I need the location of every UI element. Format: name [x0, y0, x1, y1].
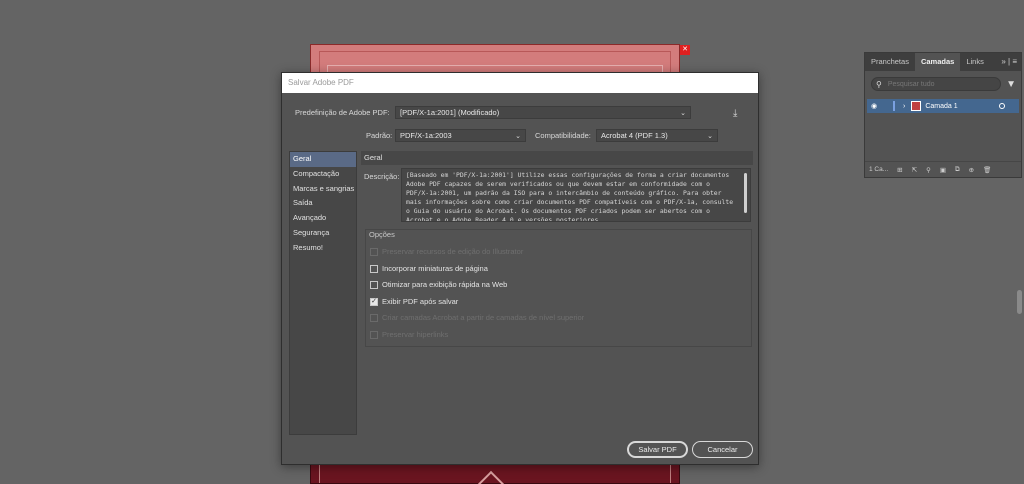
tab-artboards[interactable]: Pranchetas: [865, 53, 915, 71]
standard-select[interactable]: PDF/X-1a:2003 ⌄: [395, 129, 526, 142]
visibility-eye-icon[interactable]: ◉: [867, 102, 881, 110]
warning-marker-icon: ✕: [680, 45, 690, 55]
chevron-down-icon: ⌄: [515, 132, 521, 140]
locate-object-icon[interactable]: ⊞: [897, 166, 902, 174]
layers-search-input[interactable]: ⚲ Pesquisar tudo: [871, 77, 1001, 91]
layer-count: 1 Ca...: [869, 166, 889, 173]
expand-chevron-icon[interactable]: ›: [903, 103, 905, 110]
layers-panel: Pranchetas Camadas Links » | ≡ ⚲ Pesquis…: [864, 52, 1022, 178]
tab-layers[interactable]: Camadas: [914, 53, 961, 71]
layer-row[interactable]: ◉ › Camada 1: [867, 99, 1019, 113]
standard-value: PDF/X-1a:2003: [400, 131, 452, 140]
option-fast-web-view[interactable]: Otimizar para exibição rápida na Web: [370, 280, 507, 289]
compat-select[interactable]: Acrobat 4 (PDF 1.3) ⌄: [596, 129, 718, 142]
sidebar-item-security[interactable]: Segurança: [290, 226, 356, 241]
layers-panel-footer: 1 Ca... ⊞ ⇱ ⚲ ▣ ⧉ ⊕ 🗑: [865, 161, 1021, 177]
preset-select[interactable]: [PDF/X-1a:2001] (Modificado) ⌄: [395, 106, 691, 119]
sidebar-item-compression[interactable]: Compactação: [290, 167, 356, 182]
chevron-down-icon: ⌄: [707, 132, 713, 140]
option-label: Incorporar miniaturas de página: [382, 264, 488, 273]
compat-label: Compatibilidade:: [535, 131, 591, 140]
compat-row: Compatibilidade:: [535, 131, 591, 140]
dialog-sidebar: Geral Compactação Marcas e sangrias Saíd…: [289, 151, 357, 435]
options-title: Opções: [369, 230, 395, 239]
option-embed-thumbnails[interactable]: Incorporar miniaturas de página: [370, 264, 488, 273]
description-label: Descrição:: [364, 172, 400, 181]
sidebar-item-advanced[interactable]: Avançado: [290, 211, 356, 226]
sidebar-item-general[interactable]: Geral: [290, 152, 356, 167]
delete-icon[interactable]: 🗑: [983, 166, 991, 174]
option-preserve-hyperlinks[interactable]: Preservar hiperlinks: [370, 330, 448, 339]
option-label: Exibir PDF após salvar: [382, 297, 459, 306]
preset-label: Predefinição de Adobe PDF:: [295, 108, 390, 117]
option-label: Preservar hiperlinks: [382, 330, 449, 339]
description-text: [Baseado em 'PDF/X-1a:2001'] Utilize ess…: [406, 171, 734, 222]
workspace-scrollbar[interactable]: [1017, 290, 1022, 314]
layer-thumbnail: [911, 101, 922, 111]
checkbox[interactable]: [370, 280, 378, 289]
compat-value: Acrobat 4 (PDF 1.3): [601, 131, 668, 140]
layer-name: Camada 1: [925, 102, 958, 110]
layers-search-placeholder: Pesquisar tudo: [887, 80, 935, 88]
description-scrollbar[interactable]: [744, 173, 747, 213]
checkbox[interactable]: [370, 330, 378, 339]
option-label: Criar camadas Acrobat a partir de camada…: [382, 313, 585, 322]
sidebar-item-output[interactable]: Saída: [290, 196, 356, 211]
new-layer-icon[interactable]: ⊕: [969, 166, 974, 174]
layer-color-bar: [893, 101, 895, 111]
sidebar-item-marks-bleeds[interactable]: Marcas e sangrias: [290, 182, 356, 197]
option-create-acrobat-layers[interactable]: Criar camadas Acrobat a partir de camada…: [370, 313, 584, 322]
chevron-down-icon: ⌄: [680, 109, 686, 117]
filter-icon[interactable]: ▼: [1006, 79, 1016, 90]
save-pdf-button[interactable]: Salvar PDF: [627, 441, 688, 458]
sidebar-item-summary[interactable]: Resumo!: [290, 241, 356, 256]
save-pdf-dialog: Salvar Adobe PDF Predefinição de Adobe P…: [281, 72, 759, 465]
section-title: Geral: [361, 151, 753, 165]
option-preserve-editing[interactable]: Preservar recursos de edição do Illustra…: [370, 247, 523, 256]
checkbox[interactable]: [370, 264, 378, 273]
artboard-bottom: [310, 462, 680, 484]
preset-row: Predefinição de Adobe PDF:: [295, 108, 390, 117]
option-label: Preservar recursos de edição do Illustra…: [382, 247, 524, 256]
description-textarea[interactable]: [Baseado em 'PDF/X-1a:2001'] Utilize ess…: [401, 168, 751, 222]
cancel-button[interactable]: Cancelar: [692, 441, 753, 458]
option-label: Otimizar para exibição rápida na Web: [382, 280, 508, 289]
layers-panel-tabs: Pranchetas Camadas Links » | ≡: [865, 53, 1021, 71]
search-layer-icon[interactable]: ⚲: [926, 166, 931, 174]
checkbox-checked[interactable]: ✓: [370, 297, 378, 306]
dialog-title: Salvar Adobe PDF: [282, 73, 758, 93]
layer-target-icon[interactable]: [999, 103, 1005, 109]
standard-label: Padrão:: [366, 131, 393, 140]
export-icon[interactable]: ⇱: [912, 166, 917, 174]
option-view-after-save[interactable]: ✓ Exibir PDF após salvar: [370, 297, 458, 306]
preset-value: [PDF/X-1a:2001] (Modificado): [400, 108, 500, 117]
checkbox[interactable]: [370, 247, 378, 256]
panel-menu-icon[interactable]: » | ≡: [1001, 53, 1017, 71]
search-icon: ⚲: [876, 79, 882, 89]
checkbox[interactable]: [370, 313, 378, 322]
tab-links[interactable]: Links: [960, 53, 990, 71]
new-sublayer-icon[interactable]: ⧉: [955, 166, 960, 174]
save-preset-icon[interactable]: ⤓: [733, 108, 737, 119]
clipping-mask-icon[interactable]: ▣: [940, 166, 946, 174]
standard-row: Padrão:: [366, 131, 392, 140]
